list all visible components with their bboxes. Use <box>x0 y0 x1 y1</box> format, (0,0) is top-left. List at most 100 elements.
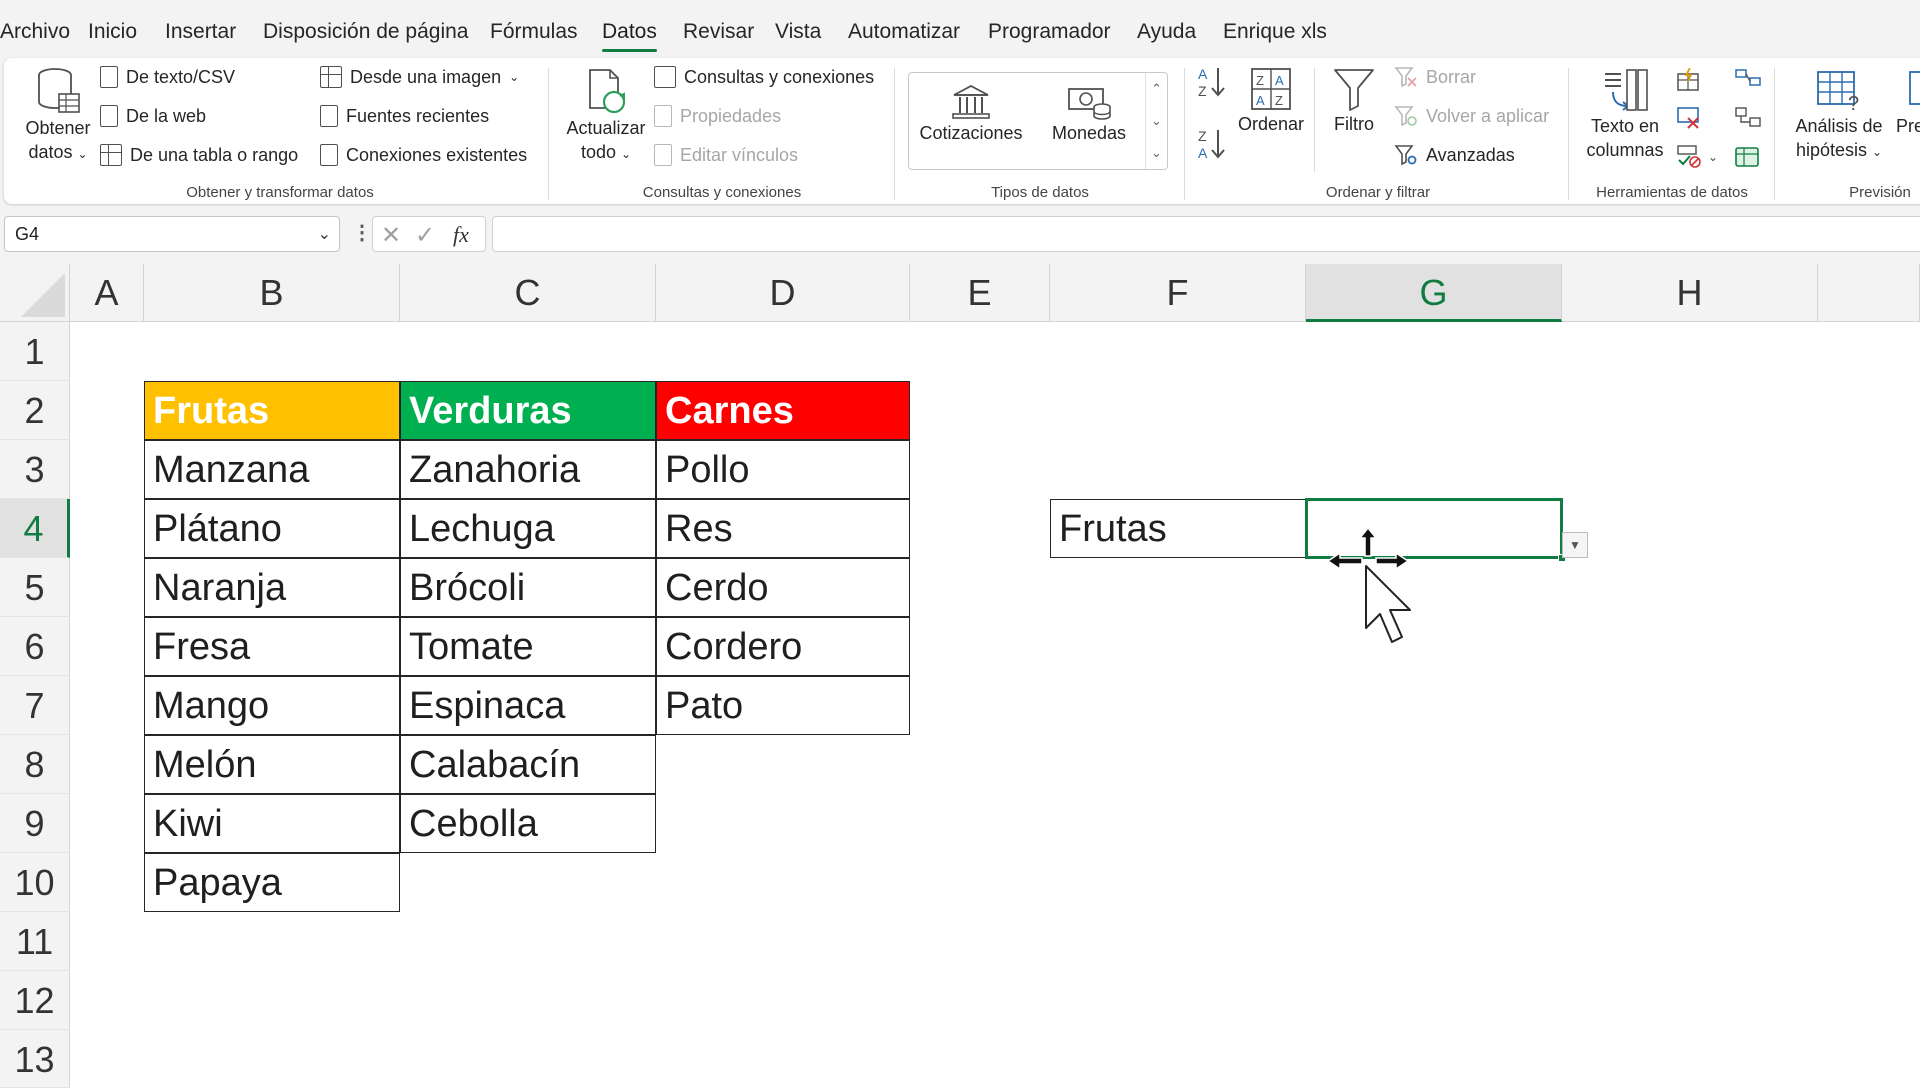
de-texto-csv-button[interactable]: De texto/CSV <box>100 66 235 88</box>
tab-insertar[interactable]: Insertar <box>165 20 236 44</box>
table-cell[interactable]: Melón <box>144 735 400 794</box>
tab-ayuda[interactable]: Ayuda <box>1137 20 1196 44</box>
table-cell[interactable]: Zanahoria <box>400 440 656 499</box>
table-cell[interactable]: Plátano <box>144 499 400 558</box>
tab-disposicion[interactable]: Disposición de página <box>263 20 468 44</box>
sort-za-icon[interactable]: Z A <box>1196 126 1228 162</box>
ordenar-button[interactable]: Z A A Z Ordenar <box>1234 66 1308 136</box>
volver-aplicar-button[interactable]: Volver a aplicar <box>1394 105 1549 127</box>
row-header-2[interactable]: 2 <box>0 381 70 440</box>
de-tabla-rango-button[interactable]: De una tabla o rango <box>100 144 298 166</box>
analisis-hipotesis-button[interactable]: ? Análisis de hipótesis ⌄ <box>1784 66 1894 164</box>
row-header-4[interactable]: 4 <box>0 499 70 558</box>
row-header-10[interactable]: 10 <box>0 853 70 912</box>
sort-az-icon[interactable]: A Z <box>1196 64 1228 100</box>
tab-archivo[interactable]: Archivo <box>0 20 70 44</box>
row-header-1[interactable]: 1 <box>0 322 70 381</box>
data-validation-icon[interactable] <box>1676 144 1702 168</box>
table-cell[interactable]: Papaya <box>144 853 400 912</box>
column-header-h[interactable]: H <box>1562 264 1818 322</box>
table-cell[interactable]: Tomate <box>400 617 656 676</box>
formula-input[interactable] <box>492 216 1920 252</box>
table-cell[interactable]: Cordero <box>656 617 910 676</box>
table-cell[interactable]: Cerdo <box>656 558 910 617</box>
obtener-datos-button[interactable]: Obtener datos ⌄ <box>18 66 98 166</box>
table-cell[interactable]: Cebolla <box>400 794 656 853</box>
insert-function-icon[interactable]: fx <box>453 222 469 248</box>
propiedades-button[interactable]: Propiedades <box>654 105 781 127</box>
flash-fill-icon[interactable] <box>1676 68 1702 92</box>
column-header-f[interactable]: F <box>1050 264 1306 322</box>
table-cell[interactable]: Brócoli <box>400 558 656 617</box>
table-cell[interactable]: Mango <box>144 676 400 735</box>
filtro-button[interactable]: Filtro <box>1322 66 1386 136</box>
header-cell-carnes[interactable]: Carnes <box>656 381 910 440</box>
column-header-i[interactable] <box>1818 264 1920 322</box>
row-header-12[interactable]: 12 <box>0 971 70 1030</box>
row-header-11[interactable]: 11 <box>0 912 70 971</box>
tab-enrique-xls[interactable]: Enrique xls <box>1223 20 1327 44</box>
header-cell-verduras[interactable]: Verduras <box>400 381 656 440</box>
tab-vista[interactable]: Vista <box>775 20 821 44</box>
table-cell[interactable]: Pato <box>656 676 910 735</box>
row-header-3[interactable]: 3 <box>0 440 70 499</box>
table-cell[interactable]: Res <box>656 499 910 558</box>
tab-programador[interactable]: Programador <box>988 20 1111 44</box>
de-la-web-button[interactable]: De la web <box>100 105 206 127</box>
row-header-7[interactable]: 7 <box>0 676 70 735</box>
select-all-corner[interactable] <box>0 264 70 322</box>
table-cell[interactable]: Lechuga <box>400 499 656 558</box>
cotizaciones-button[interactable]: Cotizaciones <box>915 83 1027 145</box>
relationships-icon[interactable] <box>1734 106 1762 130</box>
cancel-icon[interactable]: ✕ <box>381 221 401 250</box>
prevision-hoja-button[interactable]: Prev <box>1896 66 1920 138</box>
tab-formulas[interactable]: Fórmulas <box>490 20 578 44</box>
row-header-6[interactable]: 6 <box>0 617 70 676</box>
chevron-down-icon[interactable]: ⌄ <box>1708 150 1718 164</box>
header-cell-frutas[interactable]: Frutas <box>144 381 400 440</box>
scroll-down-icon[interactable]: ⌄ <box>1146 105 1167 137</box>
cell-f4[interactable]: Frutas <box>1050 499 1306 558</box>
table-cell[interactable]: Kiwi <box>144 794 400 853</box>
column-header-a[interactable]: A <box>70 264 144 322</box>
row-header-9[interactable]: 9 <box>0 794 70 853</box>
table-cell[interactable]: Pollo <box>656 440 910 499</box>
consolidate-icon[interactable] <box>1734 68 1762 92</box>
column-header-e[interactable]: E <box>910 264 1050 322</box>
gallery-scrollbar[interactable]: ⌃ ⌄ ⌄ <box>1145 73 1167 169</box>
remove-duplicates-icon[interactable] <box>1676 106 1702 130</box>
actualizar-todo-button[interactable]: Actualizar todo ⌄ <box>560 66 652 166</box>
scroll-up-icon[interactable]: ⌃ <box>1146 73 1167 105</box>
editar-vinculos-button[interactable]: Editar vínculos <box>654 144 798 166</box>
column-header-c[interactable]: C <box>400 264 656 322</box>
table-cell[interactable]: Naranja <box>144 558 400 617</box>
fuentes-recientes-button[interactable]: Fuentes recientes <box>320 105 489 127</box>
enter-icon[interactable]: ✓ <box>415 221 435 250</box>
tab-datos[interactable]: Datos <box>602 20 657 52</box>
table-cell[interactable]: Fresa <box>144 617 400 676</box>
dropdown-arrow-icon[interactable]: ▼ <box>1562 532 1588 558</box>
texto-en-columnas-button[interactable]: Texto en columnas <box>1580 66 1670 162</box>
row-header-5[interactable]: 5 <box>0 558 70 617</box>
more-options-icon[interactable]: ⋮ <box>352 220 372 245</box>
tab-inicio[interactable]: Inicio <box>88 20 137 44</box>
conexiones-existentes-button[interactable]: Conexiones existentes <box>320 144 527 166</box>
chevron-down-icon[interactable]: ⌄ <box>318 224 331 244</box>
table-cell[interactable]: Espinaca <box>400 676 656 735</box>
column-header-b[interactable]: B <box>144 264 400 322</box>
monedas-button[interactable]: Monedas <box>1033 83 1145 145</box>
data-model-icon[interactable] <box>1734 144 1762 168</box>
table-cell[interactable]: Calabacín <box>400 735 656 794</box>
tab-revisar[interactable]: Revisar <box>683 20 754 44</box>
gallery-expand-icon[interactable]: ⌄ <box>1146 137 1167 169</box>
table-cell[interactable]: Manzana <box>144 440 400 499</box>
name-box[interactable]: G4 ⌄ <box>4 216 340 252</box>
row-header-8[interactable]: 8 <box>0 735 70 794</box>
row-header-13[interactable]: 13 <box>0 1030 70 1088</box>
consultas-conexiones-button[interactable]: Consultas y conexiones <box>654 66 874 88</box>
avanzadas-button[interactable]: Avanzadas <box>1394 144 1515 166</box>
column-header-d[interactable]: D <box>656 264 910 322</box>
desde-imagen-button[interactable]: Desde una imagen ⌄ <box>320 66 519 88</box>
column-header-g[interactable]: G <box>1306 264 1562 322</box>
tab-automatizar[interactable]: Automatizar <box>848 20 960 44</box>
